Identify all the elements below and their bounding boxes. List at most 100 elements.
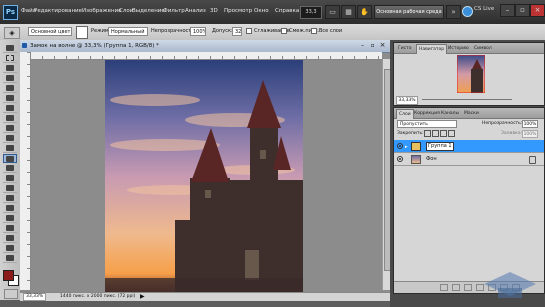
layer-row-group[interactable]: ▸ Группа 1 — [394, 140, 544, 153]
clone-stamp-tool-icon[interactable] — [3, 124, 17, 133]
expand-triangle-icon[interactable]: ▸ — [405, 144, 408, 150]
shape-tool-icon[interactable] — [3, 214, 17, 223]
menu-analysis[interactable]: Анализ — [185, 8, 206, 14]
watermark-logo — [484, 272, 536, 298]
menu-image[interactable]: Изображение — [82, 8, 122, 14]
fill-label: Заливка: — [501, 131, 523, 136]
tab-adjustments[interactable]: Коррекция — [412, 109, 442, 118]
pattern-swatch[interactable] — [76, 26, 88, 39]
link-layers-icon[interactable] — [440, 284, 448, 291]
history-brush-tool-icon[interactable] — [3, 134, 17, 143]
menu-edit[interactable]: Редактирование — [34, 8, 82, 14]
workspace-menu-icon[interactable]: » — [446, 5, 461, 19]
tab-navigator[interactable]: Навигатор — [416, 44, 448, 54]
menu-view[interactable]: Просмотр — [224, 8, 252, 14]
tab-history[interactable]: Историю — [446, 44, 471, 53]
lock-all-icon[interactable] — [448, 130, 455, 137]
menu-help[interactable]: Справка — [275, 8, 299, 14]
image-canvas[interactable] — [105, 60, 303, 292]
blend-mode-select[interactable]: Пропустить — [397, 120, 457, 128]
all-layers-checkbox[interactable] — [311, 28, 317, 34]
navigator-panel: Гисто Навигатор Историю Символ 33,33% — [393, 42, 545, 106]
visibility-eye-icon[interactable] — [397, 143, 403, 149]
cs-live-icon[interactable] — [462, 6, 473, 17]
crop-tool-icon[interactable] — [3, 84, 17, 93]
document-window: Замок на волне @ 33,3% (Группа 1, RGB/8)… — [20, 40, 391, 301]
lock-transparency-icon[interactable] — [424, 130, 431, 137]
workspace-switcher[interactable]: Основная рабочая среда — [374, 5, 444, 19]
move-tool-icon[interactable] — [3, 44, 17, 53]
layer-opacity-input[interactable]: 100% — [522, 120, 538, 128]
tab-character[interactable]: Символ — [472, 44, 494, 53]
arrange-documents-icon[interactable]: ▦ — [341, 5, 356, 19]
visibility-eye-icon[interactable] — [397, 156, 403, 162]
fill-input[interactable]: 100% — [522, 130, 538, 138]
navigator-zoom-field[interactable]: 33,33% — [396, 96, 418, 105]
navigator-thumbnail[interactable] — [457, 55, 485, 93]
path-select-tool-icon[interactable] — [3, 204, 17, 213]
dodge-tool-icon[interactable] — [3, 174, 17, 183]
fill-source-select[interactable]: Основной цвет — [28, 27, 72, 36]
paint-bucket-tool-icon[interactable] — [3, 154, 17, 163]
marquee-tool-icon[interactable] — [3, 54, 17, 63]
lock-pixels-icon[interactable] — [432, 130, 439, 137]
screen-mode-icon[interactable]: ▭ — [325, 5, 340, 19]
toolbox — [0, 40, 21, 300]
paint-bucket-icon[interactable]: ◈ — [4, 27, 20, 39]
blend-mode-select[interactable]: Нормальный — [108, 27, 148, 36]
foreground-color-swatch[interactable] — [3, 270, 14, 281]
add-mask-icon[interactable] — [464, 284, 472, 291]
tab-channels[interactable]: Каналы — [439, 109, 461, 118]
lock-position-icon[interactable] — [440, 130, 447, 137]
horizontal-ruler — [30, 52, 382, 60]
antialias-checkbox[interactable] — [246, 28, 252, 34]
contiguous-checkbox[interactable] — [281, 28, 287, 34]
tab-histogram[interactable]: Гисто — [396, 44, 414, 53]
menu-select[interactable]: Выделение — [132, 8, 165, 14]
document-title: Замок на волне @ 33,3% (Группа 1, RGB/8)… — [30, 43, 159, 49]
status-arrow-icon[interactable]: ▶ — [140, 293, 145, 301]
zoom-level-field[interactable]: 33,3 — [300, 6, 322, 19]
layer-thumbnail — [411, 155, 421, 164]
layer-style-icon[interactable] — [452, 284, 460, 291]
folder-icon — [411, 142, 421, 151]
lasso-tool-icon[interactable] — [3, 64, 17, 73]
layer-name-edit[interactable]: Группа 1 — [426, 142, 454, 151]
restore-icon[interactable]: ▫ — [515, 4, 530, 17]
layer-row-background[interactable]: Фон — [394, 153, 544, 166]
doc-close-icon[interactable]: × — [378, 41, 387, 50]
3d-rotate-tool-icon[interactable] — [3, 224, 17, 233]
pen-tool-icon[interactable] — [3, 184, 17, 193]
layer-name: Фон — [426, 156, 437, 162]
menu-bar: Ps Файл Редактирование Изображение Слои … — [0, 0, 545, 24]
cs-live-label[interactable]: CS Live — [474, 6, 494, 12]
doc-minimize-icon[interactable]: – — [358, 41, 367, 50]
minimize-icon[interactable]: – — [500, 4, 515, 17]
menu-filter[interactable]: Фильтр — [163, 8, 185, 14]
3d-camera-tool-icon[interactable] — [3, 234, 17, 243]
tab-masks[interactable]: Маски — [462, 109, 481, 118]
navigator-zoom-slider[interactable] — [422, 99, 512, 100]
tolerance-input[interactable]: 32 — [232, 27, 242, 36]
type-tool-icon[interactable] — [3, 194, 17, 203]
blur-tool-icon[interactable] — [3, 164, 17, 173]
eyedropper-tool-icon[interactable] — [3, 94, 17, 103]
healing-brush-tool-icon[interactable] — [3, 104, 17, 113]
close-icon[interactable]: × — [530, 4, 545, 17]
hand-tool-icon[interactable] — [3, 244, 17, 253]
quick-select-tool-icon[interactable] — [3, 74, 17, 83]
navigator-tabs: Гисто Навигатор Историю Символ — [394, 43, 544, 54]
quick-mask-icon[interactable] — [4, 289, 18, 299]
layer-opacity-label: Непрозрачность: — [482, 121, 523, 126]
photoshop-logo: Ps — [3, 5, 18, 20]
opacity-input[interactable]: 100% — [190, 27, 206, 36]
menu-window[interactable]: Окно — [254, 8, 269, 14]
brush-tool-icon[interactable] — [3, 114, 17, 123]
doc-maximize-icon[interactable]: ▫ — [368, 41, 377, 50]
hand-tool-icon[interactable]: ✋ — [357, 5, 372, 19]
menu-3d[interactable]: 3D — [210, 8, 218, 14]
status-zoom[interactable]: 33,33% — [23, 293, 47, 301]
zoom-tool-icon[interactable] — [3, 254, 17, 263]
eraser-tool-icon[interactable] — [3, 144, 17, 153]
vertical-ruler — [20, 52, 31, 290]
